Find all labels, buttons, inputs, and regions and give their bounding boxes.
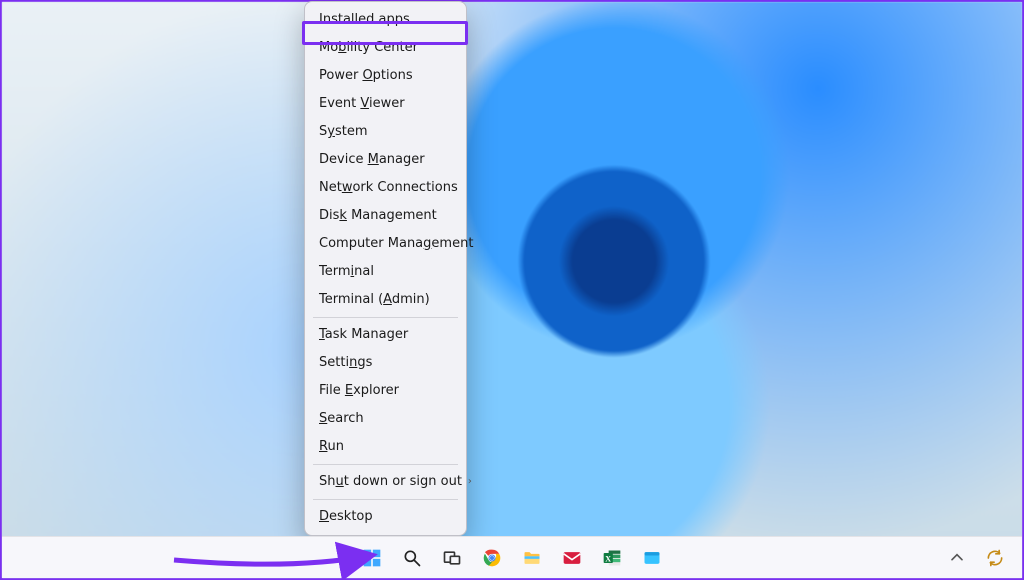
menu-item-terminal[interactable]: Terminal — [307, 258, 464, 286]
menu-item-label: Network Connections — [319, 179, 458, 197]
search-icon[interactable] — [399, 545, 425, 571]
menu-separator — [313, 464, 458, 465]
menu-item-label: System — [319, 123, 368, 141]
menu-item-settings[interactable]: Settings — [307, 349, 464, 377]
menu-item-run[interactable]: Run — [307, 433, 464, 461]
menu-item-network-connections[interactable]: Network Connections — [307, 174, 464, 202]
menu-item-power-options[interactable]: Power Options — [307, 62, 464, 90]
taskbar-center-group: X — [359, 545, 665, 571]
sync-icon[interactable] — [982, 545, 1008, 571]
menu-item-label: Desktop — [319, 508, 373, 526]
menu-item-mobility-center[interactable]: Mobility Center — [307, 34, 464, 62]
menu-item-label: Event Viewer — [319, 95, 405, 113]
start-icon[interactable] — [359, 545, 385, 571]
file-explorer-icon[interactable] — [519, 545, 545, 571]
menu-item-event-viewer[interactable]: Event Viewer — [307, 90, 464, 118]
desktop-wallpaper — [2, 2, 1022, 578]
taskbar: X — [2, 536, 1022, 578]
menu-item-label: Installed apps — [319, 11, 410, 29]
menu-item-label: Shut down or sign out — [319, 473, 462, 491]
taskbar-system-tray — [944, 545, 1008, 571]
menu-item-label: Terminal (Admin) — [319, 291, 430, 309]
excel-icon[interactable]: X — [599, 545, 625, 571]
menu-item-label: Device Manager — [319, 151, 425, 169]
menu-item-installed-apps[interactable]: Installed apps — [307, 6, 464, 34]
menu-separator — [313, 499, 458, 500]
menu-item-disk-management[interactable]: Disk Management — [307, 202, 464, 230]
menu-item-label: File Explorer — [319, 382, 399, 400]
menu-item-system[interactable]: System — [307, 118, 464, 146]
menu-item-computer-management[interactable]: Computer Management — [307, 230, 464, 258]
task-view-icon[interactable] — [439, 545, 465, 571]
menu-item-label: Terminal — [319, 263, 374, 281]
menu-item-search[interactable]: Search — [307, 405, 464, 433]
app-icon[interactable] — [639, 545, 665, 571]
start-context-menu: Installed apps Mobility Center Power Optio… — [304, 1, 467, 536]
menu-item-device-manager[interactable]: Device Manager — [307, 146, 464, 174]
menu-item-label: Settings — [319, 354, 372, 372]
menu-item-label: Search — [319, 410, 364, 428]
menu-item-label: Computer Management — [319, 235, 473, 253]
menu-item-label: Task Manager — [319, 326, 408, 344]
mail-icon[interactable] — [559, 545, 585, 571]
submenu-chevron-icon: › — [468, 473, 472, 491]
menu-item-shut-down[interactable]: Shut down or sign out› — [307, 468, 464, 496]
menu-separator — [313, 317, 458, 318]
menu-item-label: Run — [319, 438, 344, 456]
menu-item-label: Disk Management — [319, 207, 437, 225]
menu-item-task-manager[interactable]: Task Manager — [307, 321, 464, 349]
menu-item-label: Mobility Center — [319, 39, 418, 57]
menu-item-terminal-admin[interactable]: Terminal (Admin) — [307, 286, 464, 314]
chrome-icon[interactable] — [479, 545, 505, 571]
system-tray-chevron-icon[interactable] — [944, 545, 970, 571]
menu-item-file-explorer[interactable]: File Explorer — [307, 377, 464, 405]
svg-text:X: X — [605, 554, 611, 563]
menu-item-label: Power Options — [319, 67, 413, 85]
menu-item-desktop[interactable]: Desktop — [307, 503, 464, 531]
